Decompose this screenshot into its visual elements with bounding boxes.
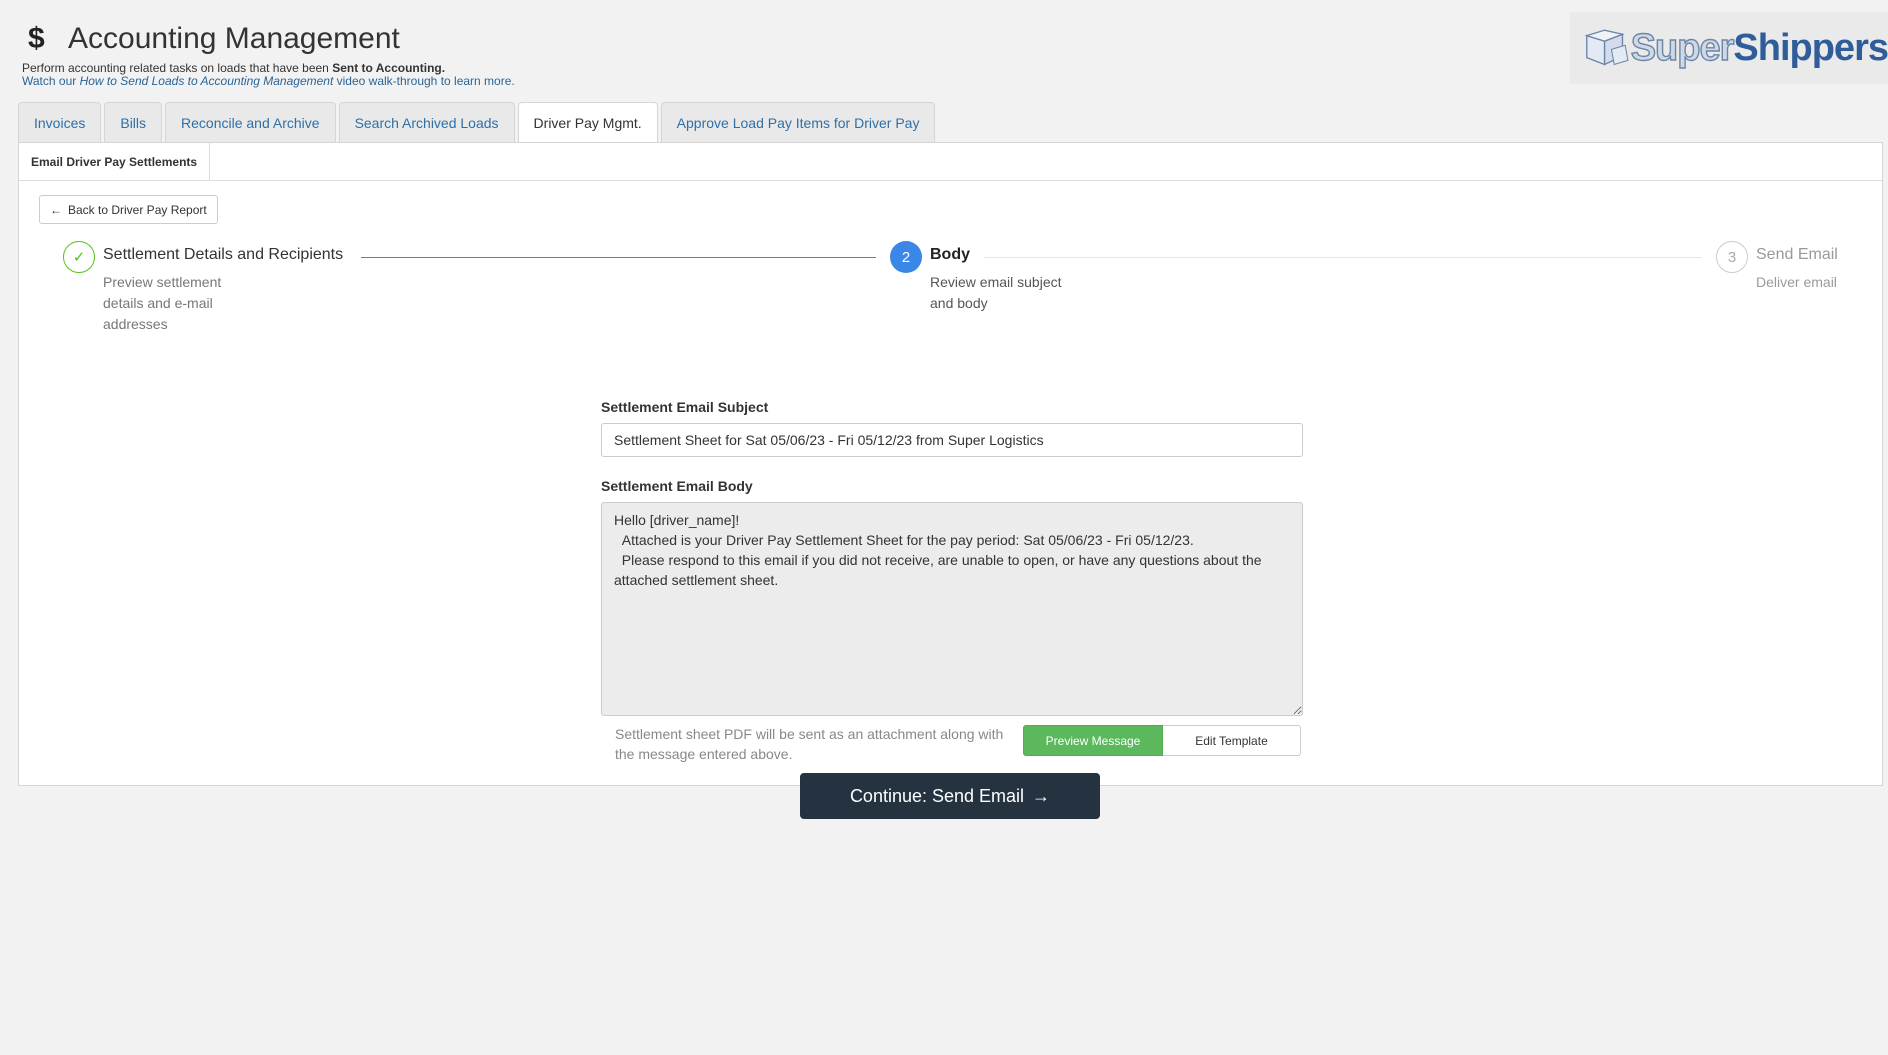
subtitle-bold: Sent to Accounting. — [332, 61, 446, 75]
tab-bills[interactable]: Bills — [104, 102, 163, 142]
step-2-title: Body — [930, 246, 970, 263]
watch-suffix: video walk-through to learn more. — [333, 74, 515, 88]
step-1-description: Preview settlement details and e-mail ad… — [103, 272, 221, 335]
walkthrough-note: Watch our How to Send Loads to Accountin… — [22, 74, 515, 88]
tab-invoices[interactable]: Invoices — [18, 102, 102, 142]
step-3-desc-line: Deliver email — [1756, 274, 1837, 290]
dollar-icon: $ — [28, 22, 45, 55]
preview-message-button[interactable]: Preview Message — [1023, 725, 1163, 756]
box-logo-icon — [1584, 29, 1629, 66]
watch-prefix: Watch our — [22, 74, 80, 88]
supershippers-logo: SuperShippers — [1570, 12, 1888, 84]
tab-approve-load-pay-items[interactable]: Approve Load Pay Items for Driver Pay — [660, 102, 936, 142]
page-header: $ Accounting Management Perform accounti… — [0, 0, 1888, 100]
main-tabs: Invoices Bills Reconcile and Archive Sea… — [18, 102, 938, 143]
step-2-desc-line: Review email subject — [930, 274, 1062, 290]
walkthrough-link[interactable]: How to Send Loads to Accounting Manageme… — [80, 74, 334, 88]
step-1-desc-line: addresses — [103, 316, 168, 332]
sub-tabs: Email Driver Pay Settlements — [19, 143, 1882, 181]
tab-driver-pay-mgmt[interactable]: Driver Pay Mgmt. — [517, 102, 658, 143]
back-button-label: Back to Driver Pay Report — [68, 202, 207, 217]
step-1-complete-indicator: ✓ — [63, 241, 95, 273]
page-subtitle: Perform accounting related tasks on load… — [22, 61, 445, 75]
check-icon: ✓ — [72, 249, 86, 266]
subtitle-text: Perform accounting related tasks on load… — [22, 61, 333, 75]
message-button-group: Preview Message Edit Template — [1023, 725, 1301, 756]
back-to-driver-pay-report-button[interactable]: ← Back to Driver Pay Report — [39, 195, 218, 224]
step-3-description: Deliver email — [1756, 272, 1837, 293]
logo-shippers: Shippers — [1733, 26, 1888, 69]
logo-wordmark: SuperShippers — [1630, 26, 1888, 70]
page-title: Accounting Management — [68, 22, 400, 55]
settlement-wizard: ← Back to Driver Pay Report ✓ Settlement… — [19, 187, 1882, 819]
attachment-hint: Settlement sheet PDF will be sent as an … — [615, 726, 1004, 762]
step-2-indicator: 2 — [890, 241, 922, 273]
body-textarea[interactable]: Hello [driver_name]! Attached is your Dr… — [601, 502, 1303, 716]
edit-template-button[interactable]: Edit Template — [1163, 725, 1301, 756]
step-2-desc-line: and body — [930, 295, 988, 311]
continue-button-label: Continue: Send Email — [849, 785, 1025, 806]
body-label: Settlement Email Body — [601, 478, 753, 494]
step-1-connector — [361, 257, 876, 258]
arrow-left-icon: ← — [50, 202, 62, 217]
subject-label: Settlement Email Subject — [601, 399, 769, 415]
step-1-desc-line: details and e-mail — [103, 295, 213, 311]
step-3-title: Send Email — [1756, 246, 1838, 263]
title-row: $ Accounting Management — [28, 22, 400, 56]
subject-input[interactable] — [601, 423, 1303, 457]
step-2-connector — [984, 257, 1702, 258]
subtab-email-driver-pay-settlements[interactable]: Email Driver Pay Settlements — [19, 143, 211, 180]
tab-reconcile-archive[interactable]: Reconcile and Archive — [165, 102, 336, 142]
tab-content-panel: Email Driver Pay Settlements ← Back to D… — [18, 142, 1883, 819]
step-3-indicator: 3 — [1716, 241, 1748, 273]
arrow-right-icon: → — [1032, 785, 1051, 806]
step-2-description: Review email subject and body — [930, 272, 1062, 314]
continue-send-email-button[interactable]: Continue: Send Email → — [800, 773, 1100, 819]
step-1-title: Settlement Details and Recipients — [103, 246, 344, 263]
logo-super: Super — [1630, 26, 1735, 69]
step-1-desc-line: Preview settlement — [103, 274, 222, 290]
tab-search-archived-loads[interactable]: Search Archived Loads — [338, 102, 515, 142]
